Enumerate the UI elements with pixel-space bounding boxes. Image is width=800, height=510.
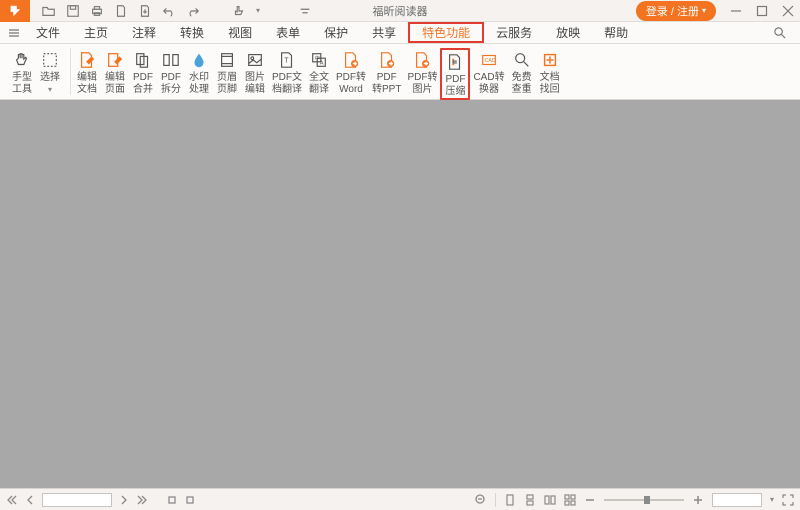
pdf-compress-button[interactable]: PDF压缩 [440,48,470,100]
to-word-icon [341,50,361,70]
edit-doc-button[interactable]: 编辑文档 [73,48,101,96]
two-page-icon[interactable] [544,494,556,506]
full-translate-button[interactable]: 中A 全文翻译 [305,48,333,96]
menu-protect[interactable]: 保护 [312,22,360,43]
maximize-icon[interactable] [756,5,768,17]
menu-bar: 文件 主页 注释 转换 视图 表单 保护 共享 特色功能 云服务 放映 帮助 [0,22,800,44]
pdf-merge-button[interactable]: PDF合并 [129,48,157,96]
new-doc-icon[interactable] [114,4,128,18]
watermark-button[interactable]: 水印处理 [185,48,213,96]
redo-icon[interactable] [186,4,200,18]
pdf-to-ppt-button[interactable]: PDF转PPT [369,48,404,96]
hand-tool-button[interactable]: 手型工具 [8,48,36,96]
menu-special-features[interactable]: 特色功能 [408,22,484,43]
status-bar: ▾ [0,488,800,510]
menu-form[interactable]: 表单 [264,22,312,43]
menu-convert[interactable]: 转换 [168,22,216,43]
app-logo[interactable] [0,0,30,22]
edit-page-button[interactable]: 编辑页面 [101,48,129,96]
qat-dropdown-icon[interactable]: ▾ [256,8,260,14]
check-icon [512,50,532,70]
menu-share[interactable]: 共享 [360,22,408,43]
split-icon [161,50,181,70]
undo-icon[interactable] [162,4,176,18]
zoom-minus-icon[interactable] [584,494,596,506]
menu-home[interactable]: 主页 [72,22,120,43]
close-icon[interactable] [782,5,794,17]
app-title: 福昕阅读器 [373,3,428,19]
edit-page-icon [105,50,125,70]
rotate-left-icon[interactable] [166,494,178,506]
open-icon[interactable] [42,4,56,18]
single-page-icon[interactable] [504,494,516,506]
last-page-icon[interactable] [136,494,148,506]
pdf-to-word-button[interactable]: PDF转Word [333,48,369,96]
minimize-icon[interactable] [730,5,742,17]
pdf-split-button[interactable]: PDF拆分 [157,48,185,96]
doc-translate-icon: T [277,50,297,70]
doc-recover-button[interactable]: 文档找回 [536,48,564,96]
search-icon[interactable] [764,22,794,43]
cursor-icon [40,50,60,70]
ribbon: 手型工具 选择▾ 编辑文档 编辑页面 PDF合并 PDF拆分 水印处理 [0,44,800,100]
svg-text:CAD: CAD [485,58,496,64]
print-icon[interactable] [90,4,104,18]
menu-file[interactable]: 文件 [24,22,72,43]
zoom-dropdown-icon[interactable]: ▾ [770,497,774,503]
image-icon [245,50,265,70]
fullscreen-icon[interactable] [782,494,794,506]
hand-icon [12,50,32,70]
zoom-out-icon[interactable] [475,494,487,506]
page-input[interactable] [42,493,112,507]
zoom-input[interactable] [712,493,762,507]
cad-converter-button[interactable]: CAD CAD转换器 [470,48,507,96]
select-tool-button[interactable]: 选择▾ [36,48,64,96]
free-check-button[interactable]: 免费查重 [508,48,536,96]
first-page-icon[interactable] [6,494,18,506]
to-image-icon [412,50,432,70]
next-page-icon[interactable] [118,494,130,506]
recover-icon [540,50,560,70]
cad-icon: CAD [479,50,499,70]
two-cont-icon[interactable] [564,494,576,506]
save-icon[interactable] [66,4,80,18]
header-footer-button[interactable]: 页眉页脚 [213,48,241,96]
title-bar: ▾ 福昕阅读器 登录 / 注册▾ [0,0,800,22]
hamburger-icon[interactable] [4,22,24,43]
export-icon[interactable] [138,4,152,18]
watermark-icon [189,50,209,70]
menu-view[interactable]: 视图 [216,22,264,43]
window-controls: 登录 / 注册▾ [636,1,794,21]
prev-page-icon[interactable] [24,494,36,506]
zoom-slider[interactable] [604,499,684,501]
menu-comment[interactable]: 注释 [120,22,168,43]
quick-access-toolbar: ▾ [42,4,312,18]
pdf-doc-translate-button[interactable]: T PDF文档翻译 [269,48,305,96]
continuous-icon[interactable] [524,494,536,506]
image-edit-button[interactable]: 图片编辑 [241,48,269,96]
pdf-to-image-button[interactable]: PDF转图片 [404,48,440,96]
customize-icon[interactable] [298,4,312,18]
to-ppt-icon [377,50,397,70]
zoom-plus-icon[interactable] [692,494,704,506]
login-button[interactable]: 登录 / 注册▾ [636,1,716,21]
merge-icon [133,50,153,70]
svg-text:A: A [320,61,324,67]
menu-slideshow[interactable]: 放映 [544,22,592,43]
header-icon [217,50,237,70]
edit-doc-icon [77,50,97,70]
svg-text:T: T [284,56,289,65]
rotate-right-icon[interactable] [184,494,196,506]
document-area [0,100,800,488]
menu-help[interactable]: 帮助 [592,22,640,43]
translate-icon: 中A [309,50,329,70]
compress-icon [445,52,465,72]
touch-icon[interactable] [232,4,246,18]
menu-cloud[interactable]: 云服务 [484,22,544,43]
